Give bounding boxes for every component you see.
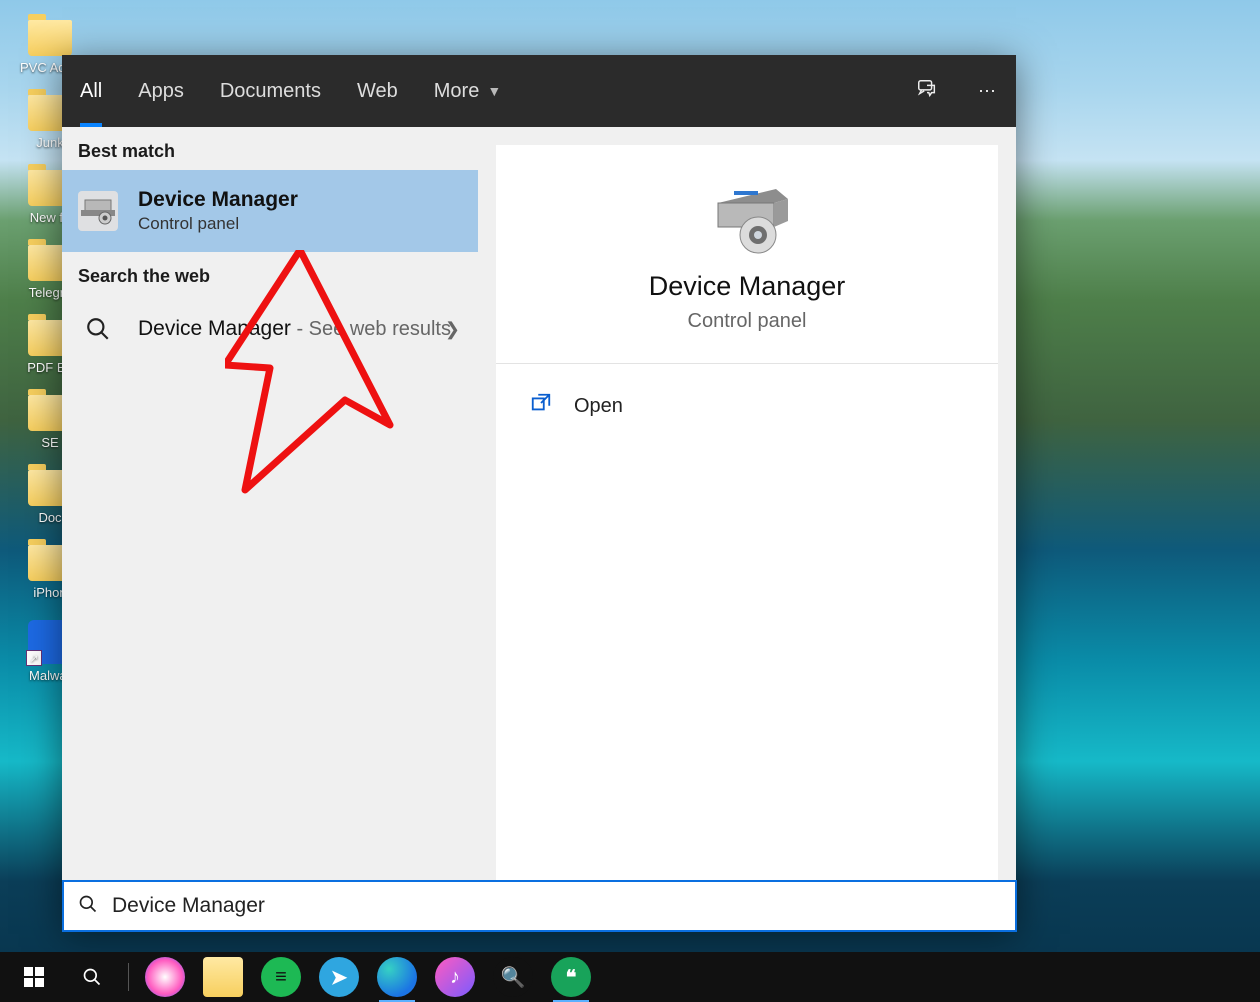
- feedback-icon[interactable]: [916, 78, 938, 105]
- desktop-icon-label: Junk: [36, 135, 63, 150]
- best-match-result-device-manager[interactable]: Device Manager Control panel: [62, 170, 478, 252]
- detail-subtitle: Control panel: [688, 310, 807, 333]
- taskbar-app-snip[interactable]: [137, 952, 193, 1002]
- web-result-title: Device Manager: [138, 317, 291, 340]
- best-match-title: Device Manager: [138, 188, 298, 212]
- web-result-secondary: - See web results: [291, 318, 451, 340]
- taskbar-app-itunes[interactable]: ♪: [427, 952, 483, 1002]
- search-input[interactable]: [112, 894, 1001, 918]
- search-web-heading: Search the web: [62, 252, 478, 295]
- taskbar-app-telegram[interactable]: ➤: [311, 952, 367, 1002]
- best-match-subtitle: Control panel: [138, 214, 298, 234]
- search-icon: [78, 894, 98, 919]
- best-match-heading: Best match: [62, 127, 478, 170]
- tab-web[interactable]: Web: [357, 55, 398, 127]
- tab-all[interactable]: All: [80, 55, 102, 127]
- chevron-right-icon: ❯: [445, 319, 460, 340]
- taskbar: ≡ ➤ ♪ 🔍 ❝: [0, 952, 1260, 1002]
- search-icon: [78, 309, 118, 349]
- taskbar-app-explorer[interactable]: [195, 952, 251, 1002]
- device-manager-large-icon: [708, 185, 786, 249]
- tab-documents[interactable]: Documents: [220, 55, 321, 127]
- action-open[interactable]: Open: [496, 364, 998, 448]
- taskbar-app-everything[interactable]: 🔍: [485, 952, 541, 1002]
- open-icon: [530, 392, 552, 420]
- chevron-down-icon: ▼: [487, 83, 501, 99]
- start-search-flyout: All Apps Documents Web More▼ ⋯ Best matc…: [62, 55, 1016, 928]
- search-results-column: Best match Device Manager Control panel …: [62, 127, 478, 928]
- taskbar-app-edge[interactable]: [369, 952, 425, 1002]
- action-open-label: Open: [574, 395, 623, 418]
- taskbar-search-button[interactable]: [64, 952, 120, 1002]
- device-manager-icon: [78, 191, 118, 231]
- start-button[interactable]: [6, 952, 62, 1002]
- taskbar-separator: [128, 963, 129, 991]
- more-options-icon[interactable]: ⋯: [978, 81, 996, 102]
- tab-apps[interactable]: Apps: [138, 55, 184, 127]
- tab-more[interactable]: More▼: [434, 55, 501, 127]
- taskbar-app-hangouts[interactable]: ❝: [543, 952, 599, 1002]
- desktop-icon-label: Doc: [38, 510, 61, 525]
- taskbar-app-spotify[interactable]: ≡: [253, 952, 309, 1002]
- detail-panel: Device Manager Control panel Open: [496, 145, 998, 910]
- detail-title: Device Manager: [649, 271, 846, 302]
- search-tabs: All Apps Documents Web More▼ ⋯: [62, 55, 1016, 127]
- desktop-icon-label: SE: [41, 435, 58, 450]
- web-result-device-manager[interactable]: Device Manager - See web results ❯: [62, 295, 478, 363]
- search-box[interactable]: [62, 880, 1017, 932]
